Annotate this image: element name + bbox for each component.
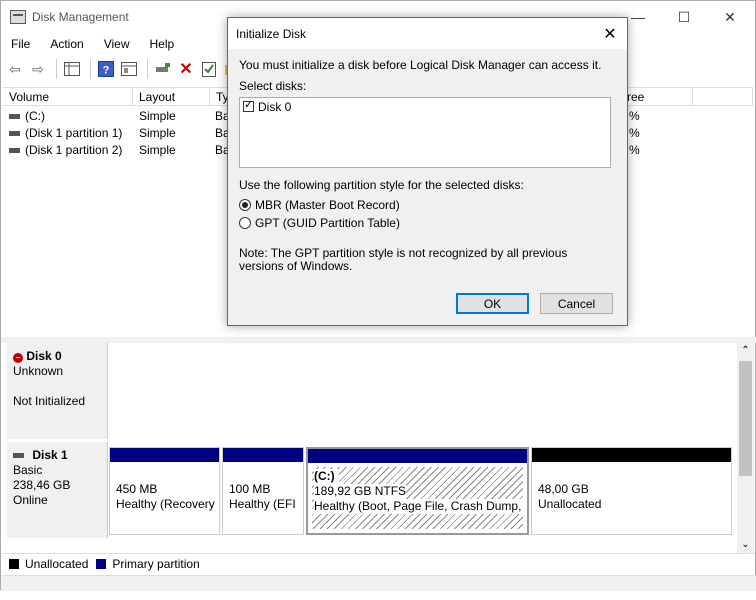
svg-text:?: ? xyxy=(103,65,110,77)
initialize-disk-dialog: Initialize Disk ✕ You must initialize a … xyxy=(227,17,628,326)
volume-name: (Disk 1 partition 2) xyxy=(25,143,123,157)
drive-icon xyxy=(9,131,20,137)
gpt-label: GPT (GUID Partition Table) xyxy=(255,216,400,230)
disk1-name: Disk 1 xyxy=(32,448,68,462)
dialog-message: You must initialize a disk before Logica… xyxy=(239,58,602,72)
volume-name: (C:) xyxy=(25,109,45,123)
show-hide-tree-icon[interactable] xyxy=(62,59,82,79)
column-header-empty xyxy=(693,88,753,106)
volume-layout: Simple xyxy=(139,109,176,123)
drive-icon xyxy=(9,148,20,154)
unallocated-bar xyxy=(532,448,731,462)
select-disks-label: Select disks: xyxy=(239,79,307,93)
gpt-radio[interactable] xyxy=(239,217,251,229)
partition-unallocated[interactable]: 48,00 GB Unallocated xyxy=(531,447,732,535)
window-title: Disk Management xyxy=(32,10,129,24)
partition-size: 48,00 GB xyxy=(538,482,589,496)
delete-icon[interactable]: ✕ xyxy=(176,59,196,79)
legend: Unallocated Primary partition xyxy=(3,553,755,573)
partition-size: 100 MB xyxy=(229,482,271,496)
partition-efi[interactable]: 100 MB Healthy (EFI S xyxy=(222,447,304,535)
menu-file[interactable]: File xyxy=(1,37,40,51)
disk-item-label: Disk 0 xyxy=(258,100,292,114)
column-header-free[interactable]: ree xyxy=(621,88,693,106)
disk-icon xyxy=(13,453,24,459)
partition-size: 450 MB xyxy=(116,482,158,496)
toolbar-separator xyxy=(90,59,91,79)
toolbar-separator xyxy=(56,59,57,79)
column-header-volume[interactable]: Volume xyxy=(3,88,133,106)
drive-icon xyxy=(9,114,20,120)
partition-size: 189,92 GB NTFS xyxy=(314,484,407,499)
gpt-option[interactable]: GPT (GUID Partition Table) xyxy=(239,216,400,230)
unallocated-swatch xyxy=(9,558,19,569)
disk1-type: Basic xyxy=(13,463,43,477)
menu-bar: File Action View Help xyxy=(1,33,184,55)
volume-name: (Disk 1 partition 1) xyxy=(25,126,123,140)
scroll-down-icon[interactable]: ⌄ xyxy=(737,537,754,553)
volume-free-pct: % xyxy=(629,109,640,123)
uninitialized-disk-icon: − xyxy=(13,353,23,363)
back-arrow-icon[interactable]: ⇦ xyxy=(5,59,25,79)
disk-list-item[interactable]: Disk 0 xyxy=(243,98,292,114)
disk0-label[interactable]: − Disk 0 Unknown Not Initialized xyxy=(7,343,108,439)
disk0-state: Not Initialized xyxy=(13,394,86,408)
disk0-name: Disk 0 xyxy=(26,349,62,363)
volume-layout: Simple xyxy=(139,126,176,140)
primary-partition-bar xyxy=(308,449,527,463)
volume-free-pct: % xyxy=(629,126,640,140)
disk-selection-list[interactable]: Disk 0 xyxy=(239,97,611,168)
close-window-button[interactable]: ✕ xyxy=(707,1,753,33)
partition-status: Healthy (Recovery xyxy=(116,497,215,511)
partition-status: Unallocated xyxy=(538,497,602,511)
dialog-title-bar: Initialize Disk ✕ xyxy=(228,18,627,49)
ok-button[interactable]: OK xyxy=(456,293,529,314)
disk-management-app-icon xyxy=(10,10,26,24)
disk1-label[interactable]: Disk 1 Basic 238,46 GB Online xyxy=(7,442,108,538)
partition-status: Healthy (Boot, Page File, Crash Dump, P xyxy=(314,499,523,514)
disk0-area[interactable] xyxy=(109,343,737,439)
help-icon[interactable]: ? xyxy=(96,59,116,79)
disk0-checkbox[interactable] xyxy=(243,98,254,112)
partition-recovery[interactable]: 450 MB Healthy (Recovery xyxy=(109,447,220,535)
scrollbar-thumb[interactable] xyxy=(739,361,752,476)
scroll-up-icon[interactable]: ⌃ xyxy=(737,343,754,359)
status-bar xyxy=(1,575,756,591)
gpt-note: Note: The GPT partition style is not rec… xyxy=(239,246,568,273)
disk1-size: 238,46 GB xyxy=(13,478,71,492)
connect-disk-icon[interactable] xyxy=(153,59,173,79)
dialog-title: Initialize Disk xyxy=(236,26,307,41)
menu-action[interactable]: Action xyxy=(40,37,93,51)
partition-style-label: Use the following partition style for th… xyxy=(239,178,524,192)
forward-arrow-icon[interactable]: ⇨ xyxy=(28,59,48,79)
maximize-button[interactable]: ☐ xyxy=(661,1,707,33)
cancel-button[interactable]: Cancel xyxy=(540,293,613,314)
graphical-pane-scrollbar[interactable]: ⌃ ⌄ xyxy=(737,343,754,553)
mbr-option[interactable]: MBR (Master Boot Record) xyxy=(239,198,400,212)
mbr-label: MBR (Master Boot Record) xyxy=(255,198,400,212)
menu-view[interactable]: View xyxy=(94,37,140,51)
dialog-close-icon[interactable]: ✕ xyxy=(593,18,627,49)
mbr-radio[interactable] xyxy=(239,199,251,211)
legend-primary: Primary partition xyxy=(112,556,200,571)
checklist-icon[interactable] xyxy=(199,59,219,79)
disk0-type: Unknown xyxy=(13,364,64,378)
partition-c[interactable]: (C:) 189,92 GB NTFS Healthy (Boot, Page … xyxy=(306,447,529,535)
volume-free-pct: % xyxy=(629,143,640,157)
disk1-status: Online xyxy=(13,493,48,507)
primary-partition-swatch xyxy=(96,558,107,569)
column-header-layout[interactable]: Layout xyxy=(133,88,210,106)
primary-partition-bar xyxy=(223,448,303,462)
primary-partition-bar xyxy=(110,448,219,462)
toolbar-separator xyxy=(147,59,148,79)
volume-layout: Simple xyxy=(139,143,176,157)
partition-title: (C:) xyxy=(314,469,339,484)
menu-help[interactable]: Help xyxy=(140,37,185,51)
graphical-disk-pane: − Disk 0 Unknown Not Initialized Disk 1 … xyxy=(3,343,755,553)
properties-icon[interactable] xyxy=(119,59,139,79)
legend-unallocated: Unallocated xyxy=(25,556,89,571)
partition-status: Healthy (EFI S xyxy=(229,497,299,511)
